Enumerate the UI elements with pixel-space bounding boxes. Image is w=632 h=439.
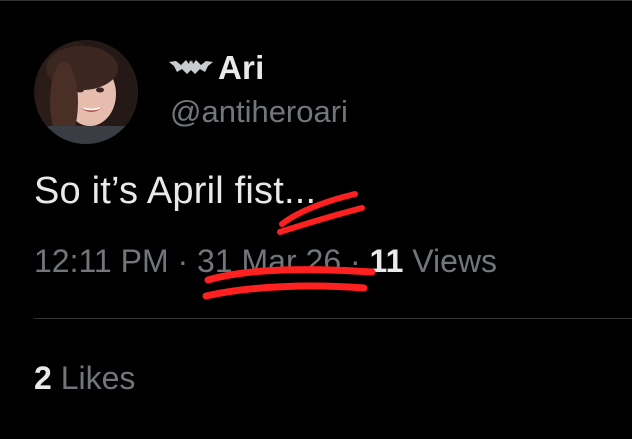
likes-label: Likes [60,360,136,396]
divider [34,318,632,319]
author-handle[interactable]: @antiheroari [170,94,348,130]
author-row[interactable]: Ari [168,48,264,88]
avatar[interactable] [34,40,138,144]
meta-separator: · [350,243,361,279]
tweet-time[interactable]: 12:11 PM [34,243,169,279]
views-count: 11 [369,243,404,279]
likes-link[interactable]: 2 Likes [34,360,135,397]
tweet-text: So it’s April fist... [34,170,317,212]
tweet-date[interactable]: 31 Mar 26 [197,243,341,279]
top-divider [0,0,632,1]
likes-count: 2 [34,360,52,396]
views-label: Views [412,243,498,279]
bat-icon [168,56,214,80]
meta-separator: · [177,243,189,279]
author-display-name[interactable]: Ari [218,49,264,87]
profile-photo-icon [34,40,138,144]
tweet-meta: 12:11 PM · 31 Mar 26 · 11 Views [34,243,497,280]
